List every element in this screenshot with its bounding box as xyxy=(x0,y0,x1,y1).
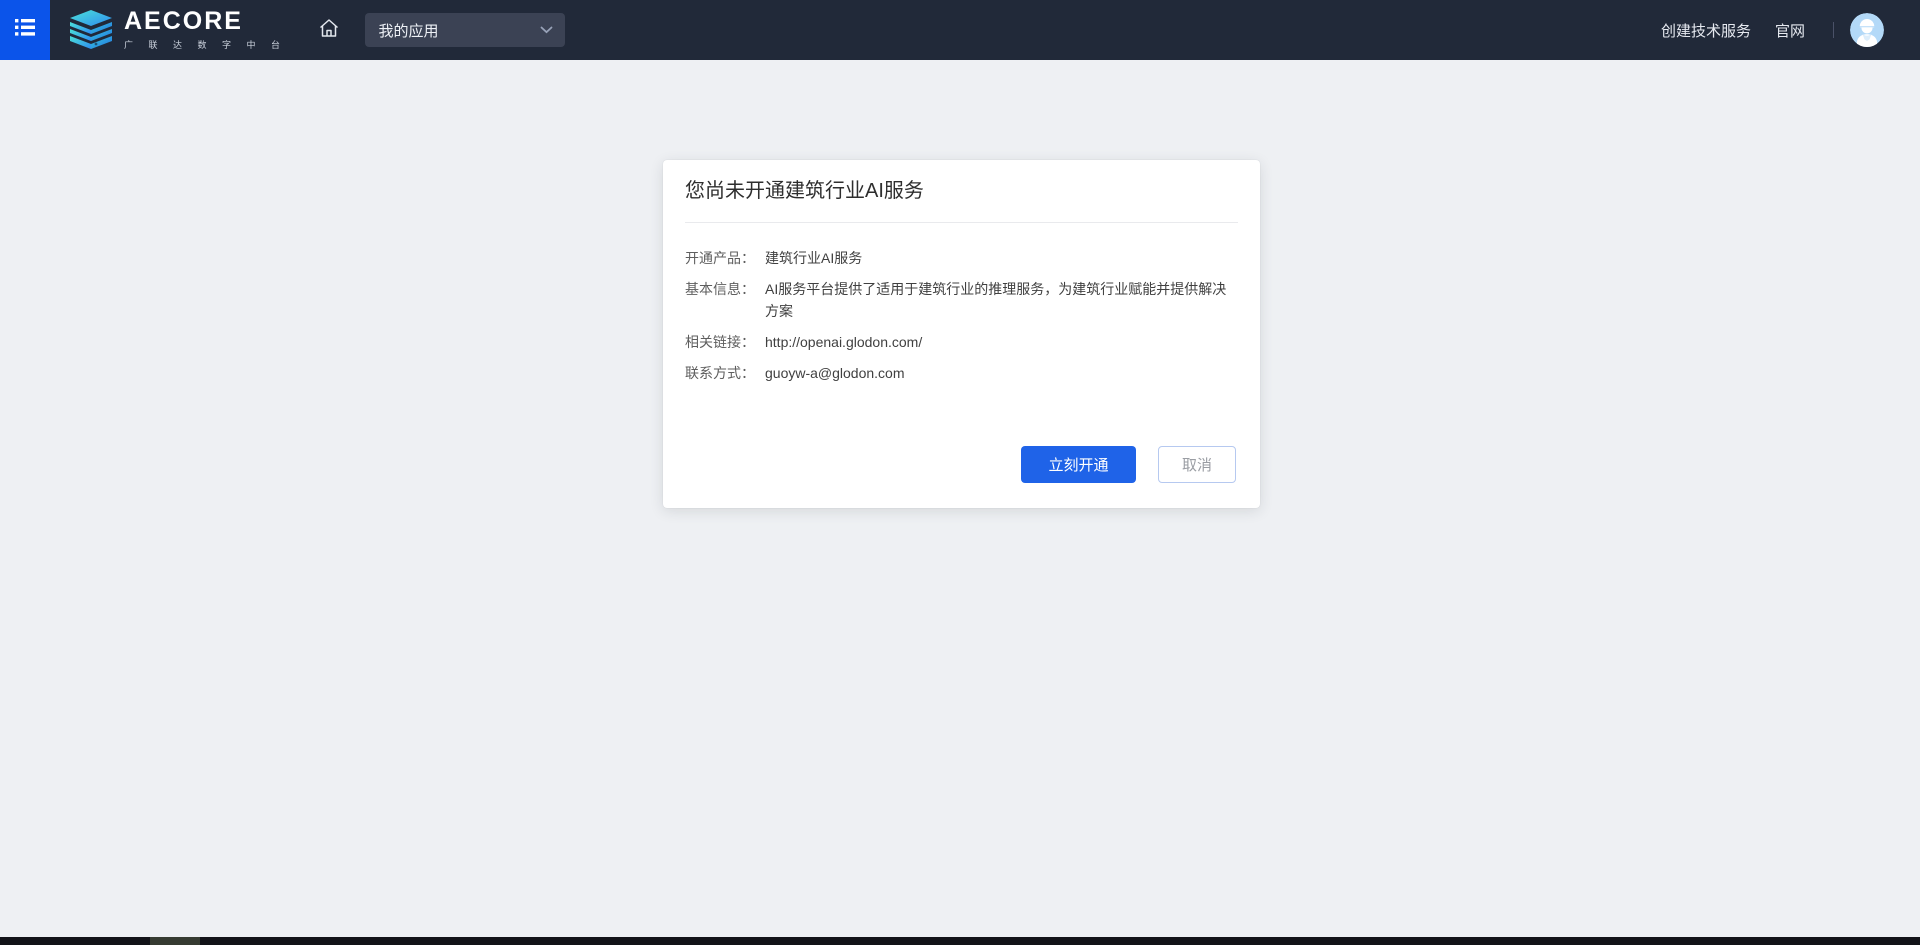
dialog-body: 开通产品： 建筑行业AI服务 基本信息： AI服务平台提供了适用于建筑行业的推理… xyxy=(663,223,1260,393)
brand-subtitle: 广 联 达 数 字 中 台 xyxy=(124,38,287,51)
app-select-value: 我的应用 xyxy=(379,20,439,41)
info-row-basic-info: 基本信息： AI服务平台提供了适用于建筑行业的推理服务，为建筑行业赋能并提供解决… xyxy=(685,278,1238,322)
create-tech-service-link[interactable]: 创建技术服务 xyxy=(1661,20,1751,41)
cancel-button[interactable]: 取消 xyxy=(1158,446,1236,483)
app-select[interactable]: 我的应用 xyxy=(365,13,565,47)
info-label: 相关链接： xyxy=(685,331,765,353)
info-row-contact: 联系方式： guoyw-a@glodon.com xyxy=(685,362,1238,384)
topbar-divider xyxy=(1833,22,1834,38)
chevron-down-icon xyxy=(540,26,553,34)
dialog-title: 您尚未开通建筑行业AI服务 xyxy=(685,178,1238,204)
bottom-taskbar-strip xyxy=(0,937,1920,945)
info-value: http://openai.glodon.com/ xyxy=(765,331,1238,353)
aecore-cube-logo-icon xyxy=(66,8,116,52)
dialog-header: 您尚未开通建筑行业AI服务 xyxy=(685,160,1238,223)
topbar-right-section: 创建技术服务 官网 xyxy=(1661,13,1920,47)
construction-worker-avatar-icon xyxy=(1850,13,1884,47)
main-menu-button[interactable] xyxy=(0,0,50,60)
bottom-strip-segment xyxy=(150,937,200,945)
top-navigation-bar: AECORE 广 联 达 数 字 中 台 我的应用 创建技术服务 官网 xyxy=(0,0,1920,60)
info-label: 开通产品： xyxy=(685,247,765,269)
service-activation-dialog: 您尚未开通建筑行业AI服务 开通产品： 建筑行业AI服务 基本信息： AI服务平… xyxy=(663,160,1260,508)
brand-name: AECORE xyxy=(124,9,287,34)
info-value: guoyw-a@glodon.com xyxy=(765,362,1238,384)
info-label: 基本信息： xyxy=(685,278,765,322)
info-value: AI服务平台提供了适用于建筑行业的推理服务，为建筑行业赋能并提供解决方案 xyxy=(765,278,1238,322)
home-icon xyxy=(317,16,341,45)
official-site-link[interactable]: 官网 xyxy=(1775,20,1805,41)
info-row-related-link: 相关链接： http://openai.glodon.com/ xyxy=(685,331,1238,353)
dialog-footer: 立刻开通 取消 xyxy=(663,446,1260,508)
brand-text: AECORE 广 联 达 数 字 中 台 xyxy=(124,9,287,51)
home-button[interactable] xyxy=(317,16,341,45)
info-row-product: 开通产品： 建筑行业AI服务 xyxy=(685,247,1238,269)
activate-now-button[interactable]: 立刻开通 xyxy=(1021,446,1136,483)
info-label: 联系方式： xyxy=(685,362,765,384)
list-menu-icon xyxy=(15,19,35,41)
brand-logo[interactable]: AECORE 广 联 达 数 字 中 台 xyxy=(66,8,287,52)
user-avatar[interactable] xyxy=(1850,13,1884,47)
info-value: 建筑行业AI服务 xyxy=(765,247,1238,269)
